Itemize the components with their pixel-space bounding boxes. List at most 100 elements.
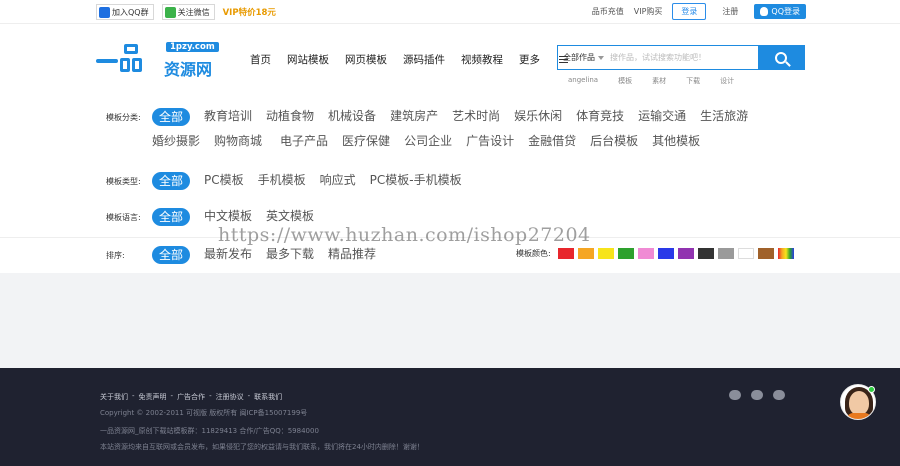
- color-swatch[interactable]: [617, 248, 634, 259]
- logo-domain: 1pzy.com: [166, 42, 219, 52]
- filter-option[interactable]: 广告设计: [466, 129, 514, 154]
- wechat-icon: [164, 6, 176, 18]
- filter-option[interactable]: 金融借贷: [528, 129, 576, 154]
- footer-link-ads[interactable]: 广告合作: [177, 392, 205, 402]
- color-swatch[interactable]: [737, 248, 754, 259]
- filter-option[interactable]: PC模板: [204, 168, 244, 193]
- top-bar-left: 加入QQ群 关注微信 VIP特价18元: [96, 4, 276, 20]
- filter-option[interactable]: PC模板-手机模板: [370, 168, 462, 193]
- avatar-body: [847, 413, 871, 419]
- filter-panel: 模板分类: 全部 教育培训 动植食物 机械设备 建筑房产 艺术时尚 娱乐休闲 体…: [0, 100, 900, 237]
- footer-link-terms[interactable]: 注册协议: [216, 392, 244, 402]
- join-qq-group-label: 加入QQ群: [112, 7, 149, 17]
- filter-option-selected[interactable]: 全部: [152, 107, 191, 126]
- nav-more-label: 更多: [519, 54, 540, 66]
- filter-option[interactable]: 机械设备: [328, 104, 376, 129]
- filter-option[interactable]: 教育培训: [204, 104, 252, 129]
- filter-option[interactable]: 生活旅游: [700, 104, 748, 129]
- color-swatch[interactable]: [757, 248, 774, 259]
- sort-option-selected[interactable]: 全部: [152, 245, 191, 264]
- footer-link-disclaimer[interactable]: 免责声明: [139, 392, 167, 402]
- search-button[interactable]: [758, 46, 804, 69]
- color-swatch[interactable]: [717, 248, 734, 259]
- follow-wechat-button[interactable]: 关注微信: [161, 4, 215, 20]
- color-swatch[interactable]: [697, 248, 714, 259]
- filter-option[interactable]: 响应式: [320, 168, 356, 193]
- header: 1pzy.com 资源网 首页 网站模板 网页模板 源码插件 视频教程 更多 全…: [0, 24, 900, 100]
- search-icon: [775, 51, 787, 64]
- search-category-select[interactable]: 全部作品: [558, 46, 610, 69]
- hot-keyword[interactable]: 素材: [652, 76, 666, 86]
- login-button[interactable]: 登录: [672, 3, 707, 20]
- main-nav: 首页 网站模板 网页模板 源码插件 视频教程 更多: [250, 52, 600, 67]
- filter-option-selected[interactable]: 全部: [152, 171, 191, 190]
- color-swatch[interactable]: [557, 248, 574, 259]
- sort-label: 排序:: [106, 251, 125, 260]
- site-logo[interactable]: 1pzy.com 资源网: [96, 40, 222, 80]
- filter-option[interactable]: 购物商城: [214, 129, 262, 154]
- filter-option[interactable]: 体育竞技: [576, 104, 624, 129]
- footer-link-about[interactable]: 关于我们: [100, 392, 128, 402]
- type-filter-options: 全部 PC模板 手机模板 响应式 PC模板-手机模板: [152, 168, 772, 193]
- footer-notice: 本站资源均来自互联网或会员发布，如果侵犯了您的权益请与我们联系，我们将在24小时…: [100, 443, 424, 451]
- color-swatch[interactable]: [577, 248, 594, 259]
- nav-video-tutorials[interactable]: 视频教程: [461, 52, 503, 67]
- wechat-icon[interactable]: [773, 390, 785, 400]
- footer-link-contact[interactable]: 联系我们: [254, 392, 282, 402]
- color-swatch[interactable]: [637, 248, 654, 259]
- filter-option[interactable]: 动植食物: [266, 104, 314, 129]
- color-swatch[interactable]: [657, 248, 674, 259]
- search-input[interactable]: 搜作品，试试搜索功能吧！: [610, 46, 758, 69]
- avatar-face: [849, 391, 869, 415]
- filter-option[interactable]: 手机模板: [258, 168, 306, 193]
- qq-login-label: QQ登录: [771, 7, 800, 16]
- filter-option[interactable]: 电子产品: [280, 129, 328, 154]
- online-status-dot: [868, 386, 875, 393]
- footer-stats: 一品资源网_原创下载站模板群：11829413 合作/广告QQ：5984000: [100, 427, 319, 435]
- qq-group-icon: [99, 6, 110, 18]
- hot-keyword[interactable]: 下载: [686, 76, 700, 86]
- hot-keyword[interactable]: angelina: [568, 76, 598, 86]
- color-swatch[interactable]: [777, 248, 794, 259]
- nav-home[interactable]: 首页: [250, 52, 271, 67]
- footer-separator: -: [170, 392, 174, 400]
- hot-keyword[interactable]: 设计: [720, 76, 734, 86]
- filter-option[interactable]: 娱乐休闲: [514, 104, 562, 129]
- qq-login-button[interactable]: QQ登录: [754, 4, 806, 19]
- filter-option[interactable]: 婚纱摄影: [152, 129, 200, 154]
- weibo-icon[interactable]: [729, 390, 741, 400]
- filter-option[interactable]: 公司企业: [404, 129, 452, 154]
- filter-option[interactable]: 其他模板: [652, 129, 700, 154]
- filter-option-selected[interactable]: 全部: [152, 207, 191, 226]
- recharge-link[interactable]: 品币充值: [592, 6, 624, 17]
- hot-keywords: angelina 模板 素材 下载 设计: [568, 76, 754, 86]
- category-filter-options: 全部 教育培训 动植食物 机械设备 建筑房产 艺术时尚 娱乐休闲 体育竞技 运输…: [152, 104, 772, 154]
- filter-option[interactable]: 运输交通: [638, 104, 686, 129]
- join-qq-group-button[interactable]: 加入QQ群: [96, 4, 154, 20]
- category-filter-label: 模板分类:: [106, 113, 141, 122]
- vip-promo-link[interactable]: VIP特价18元: [223, 6, 276, 18]
- hot-keyword[interactable]: 模板: [618, 76, 632, 86]
- follow-wechat-label: 关注微信: [177, 7, 210, 17]
- nav-source-plugins[interactable]: 源码插件: [403, 52, 445, 67]
- search-category-label: 全部作品: [563, 53, 595, 62]
- color-filter-label: 模板颜色:: [516, 249, 551, 258]
- qq-penguin-icon: [760, 7, 769, 16]
- color-filter: 模板颜色:: [516, 248, 794, 259]
- nav-website-templates[interactable]: 网站模板: [287, 52, 329, 67]
- logo-yi-stroke: [96, 59, 118, 63]
- vip-buy-link[interactable]: VIP购买: [634, 6, 663, 17]
- nav-web-templates[interactable]: 网页模板: [345, 52, 387, 67]
- filter-option[interactable]: 艺术时尚: [452, 104, 500, 129]
- filter-option[interactable]: 建筑房产: [390, 104, 438, 129]
- filter-option[interactable]: 后台模板: [590, 129, 638, 154]
- logo-pin-mark: [120, 44, 142, 76]
- color-swatch[interactable]: [677, 248, 694, 259]
- register-button[interactable]: 注册: [716, 4, 744, 19]
- footer-separator: -: [247, 392, 251, 400]
- filter-option[interactable]: 医疗保健: [342, 129, 390, 154]
- color-swatch[interactable]: [597, 248, 614, 259]
- footer-links: 关于我们 - 免责声明 - 广告合作 - 注册协议 - 联系我们: [100, 392, 282, 402]
- footer-separator: -: [209, 392, 212, 400]
- qq-icon[interactable]: [751, 390, 763, 400]
